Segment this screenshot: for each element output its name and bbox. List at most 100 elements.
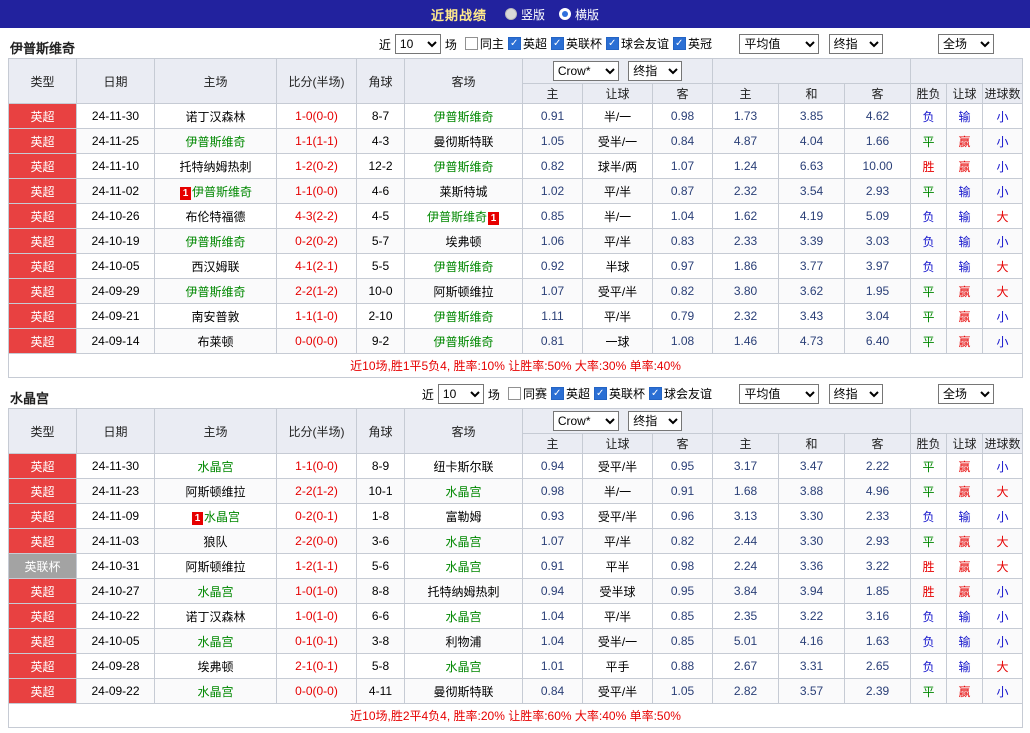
home-team[interactable]: 布伦特福德 (154, 203, 277, 229)
corners: 6-6 (356, 603, 405, 629)
home-team[interactable]: 阿斯顿维拉 (154, 478, 277, 504)
away-team[interactable]: 伊普斯维奇 (404, 328, 523, 354)
score[interactable]: 2-1(0-1) (276, 653, 357, 679)
score[interactable]: 1-0(0-0) (276, 103, 357, 129)
home-team[interactable]: 水晶宫 (154, 453, 277, 479)
score[interactable]: 1-1(0-0) (276, 453, 357, 479)
score[interactable]: 0-2(0-2) (276, 228, 357, 254)
filter-checkbox-英超[interactable]: 英超 (507, 35, 547, 52)
away-team[interactable]: 伊普斯维奇 1 (404, 203, 523, 229)
checkbox-unchecked-icon[interactable] (464, 37, 478, 50)
match-count-select[interactable]: 10 (437, 384, 484, 404)
radio-unselected-icon[interactable] (504, 8, 517, 20)
score[interactable]: 0-2(0-1) (276, 503, 357, 529)
average-time-select[interactable]: 终指 (828, 384, 883, 404)
score[interactable]: 1-1(0-0) (276, 178, 357, 204)
away-team[interactable]: 埃弗顿 (404, 228, 523, 254)
filter-checkbox-英联杯[interactable]: 英联杯 (593, 385, 645, 402)
home-team[interactable]: 诺丁汉森林 (154, 603, 277, 629)
away-team[interactable]: 利物浦 (404, 628, 523, 654)
odds-time-select[interactable]: 终指 (628, 411, 683, 431)
filter-checkbox-英联杯[interactable]: 英联杯 (550, 35, 602, 52)
checkbox-unchecked-icon[interactable] (507, 387, 521, 400)
home-team[interactable]: 伊普斯维奇 (154, 278, 277, 304)
score[interactable]: 0-1(0-1) (276, 628, 357, 654)
home-team[interactable]: 狼队 (154, 528, 277, 554)
avg-home: 1.62 (712, 203, 780, 229)
odds-company-select[interactable]: Crow* (552, 61, 619, 81)
home-team[interactable]: 托特纳姆热刺 (154, 153, 277, 179)
score[interactable]: 4-3(2-2) (276, 203, 357, 229)
avg-home: 1.68 (712, 478, 780, 504)
filter-checkbox-球会友谊[interactable]: 球会友谊 (605, 35, 669, 52)
home-team[interactable]: 水晶宫 (154, 678, 277, 704)
layout-option-horizontal[interactable]: 横版 (559, 6, 599, 23)
checkbox-checked-icon[interactable] (672, 37, 686, 50)
home-team[interactable]: 1 水晶宫 (154, 503, 277, 529)
checkbox-checked-icon[interactable] (648, 387, 662, 400)
odds-time-select[interactable]: 终指 (628, 61, 683, 81)
checkbox-checked-icon[interactable] (605, 37, 619, 50)
away-team[interactable]: 伊普斯维奇 (404, 153, 523, 179)
average-select[interactable]: 平均值 (739, 384, 820, 404)
away-team[interactable]: 水晶宫 (404, 478, 523, 504)
scope-select[interactable]: 全场 (938, 34, 994, 54)
col-header-corner: 角球 (356, 408, 405, 454)
score[interactable]: 1-1(1-1) (276, 128, 357, 154)
away-team[interactable]: 莱斯特城 (404, 178, 523, 204)
home-team[interactable]: 南安普敦 (154, 303, 277, 329)
filter-checkbox-同主[interactable]: 同主 (464, 35, 504, 52)
score[interactable]: 1-2(1-1) (276, 553, 357, 579)
away-team[interactable]: 阿斯顿维拉 (404, 278, 523, 304)
score[interactable]: 1-0(1-0) (276, 603, 357, 629)
score[interactable]: 0-0(0-0) (276, 678, 357, 704)
checkbox-checked-icon[interactable] (507, 37, 521, 50)
filter-checkbox-英冠[interactable]: 英冠 (672, 35, 712, 52)
checkbox-checked-icon[interactable] (593, 387, 607, 400)
filter-checkbox-同赛[interactable]: 同赛 (507, 385, 547, 402)
away-team[interactable]: 富勒姆 (404, 503, 523, 529)
away-team[interactable]: 曼彻斯特联 (404, 128, 523, 154)
average-time-select[interactable]: 终指 (828, 34, 883, 54)
home-team[interactable]: 伊普斯维奇 (154, 128, 277, 154)
score[interactable]: 1-0(1-0) (276, 578, 357, 604)
odds-company-select[interactable]: Crow* (552, 411, 619, 431)
away-team[interactable]: 伊普斯维奇 (404, 303, 523, 329)
score[interactable]: 2-2(0-0) (276, 528, 357, 554)
score[interactable]: 2-2(1-2) (276, 478, 357, 504)
home-team[interactable]: 布莱顿 (154, 328, 277, 354)
radio-selected-icon[interactable] (559, 8, 571, 20)
score[interactable]: 1-1(1-0) (276, 303, 357, 329)
home-team[interactable]: 伊普斯维奇 (154, 228, 277, 254)
away-team[interactable]: 伊普斯维奇 (404, 253, 523, 279)
average-select[interactable]: 平均值 (739, 34, 820, 54)
away-team[interactable]: 伊普斯维奇 (404, 103, 523, 129)
away-team[interactable]: 曼彻斯特联 (404, 678, 523, 704)
scope-select[interactable]: 全场 (938, 384, 994, 404)
home-team[interactable]: 水晶宫 (154, 578, 277, 604)
filter-checkbox-球会友谊[interactable]: 球会友谊 (648, 385, 712, 402)
home-team[interactable]: 西汉姆联 (154, 253, 277, 279)
away-team[interactable]: 纽卡斯尔联 (404, 453, 523, 479)
score[interactable]: 0-0(0-0) (276, 328, 357, 354)
away-team[interactable]: 水晶宫 (404, 553, 523, 579)
match-count-select[interactable]: 10 (394, 34, 441, 54)
home-team[interactable]: 阿斯顿维拉 (154, 553, 277, 579)
away-team[interactable]: 托特纳姆热刺 (404, 578, 523, 604)
layout-option-vertical[interactable]: 竖版 (504, 6, 545, 23)
score[interactable]: 1-2(0-2) (276, 153, 357, 179)
score[interactable]: 4-1(2-1) (276, 253, 357, 279)
handicap: 平/半 (582, 228, 653, 254)
home-team[interactable]: 1 伊普斯维奇 (154, 178, 277, 204)
home-team[interactable]: 埃弗顿 (154, 653, 277, 679)
home-team[interactable]: 诺丁汉森林 (154, 103, 277, 129)
away-team[interactable]: 水晶宫 (404, 528, 523, 554)
away-team[interactable]: 水晶宫 (404, 653, 523, 679)
handicap-result: 赢 (946, 328, 984, 354)
away-team[interactable]: 水晶宫 (404, 603, 523, 629)
checkbox-checked-icon[interactable] (550, 387, 564, 400)
filter-checkbox-英超[interactable]: 英超 (550, 385, 590, 402)
home-team[interactable]: 水晶宫 (154, 628, 277, 654)
checkbox-checked-icon[interactable] (550, 37, 564, 50)
score[interactable]: 2-2(1-2) (276, 278, 357, 304)
